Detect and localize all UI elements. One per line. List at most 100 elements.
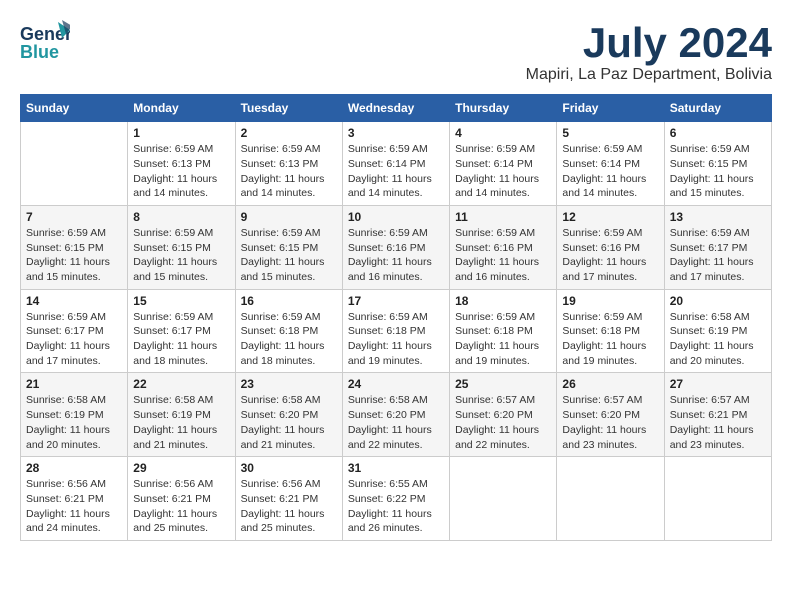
day-info: Sunrise: 6:57 AM Sunset: 6:20 PM Dayligh… <box>562 393 658 452</box>
calendar-cell: 5Sunrise: 6:59 AM Sunset: 6:14 PM Daylig… <box>557 122 664 206</box>
calendar-week-row: 14 Sunrise: 6:59 AM Sunset: 6:17 PM Dayli… <box>21 289 772 373</box>
day-info: Sunrise: 6:58 AM Sunset: 6:20 PM Dayligh… <box>348 393 444 452</box>
page-header: General Blue July 2024 Mapiri, La Paz De… <box>20 20 772 84</box>
day-number: 31 <box>348 461 444 475</box>
day-info: Sunrise: 6:57 AM Sunset: 6:21 PM Dayligh… <box>670 393 766 452</box>
calendar-week-row: 7 Sunrise: 6:59 AM Sunset: 6:15 PM Daylig… <box>21 205 772 289</box>
day-info: Sunrise: 6:56 AM Sunset: 6:21 PM Dayligh… <box>241 477 337 536</box>
day-number: 8 <box>133 210 229 224</box>
day-number: 26 <box>562 377 658 391</box>
day-number: 3 <box>348 126 444 140</box>
calendar-table: SundayMondayTuesdayWednesdayThursdayFrid… <box>20 94 772 541</box>
calendar-cell: 3 Sunrise: 6:59 AM Sunset: 6:14 PM Daylig… <box>342 122 449 206</box>
calendar-cell: 28 Sunrise: 6:56 AM Sunset: 6:21 PM Dayli… <box>21 457 128 541</box>
calendar-header-row: SundayMondayTuesdayWednesdayThursdayFrid… <box>21 95 772 122</box>
day-info: Sunrise: 6:58 AM Sunset: 6:19 PM Dayligh… <box>670 310 766 369</box>
weekday-header-thursday: Thursday <box>450 95 557 122</box>
day-number: 2 <box>241 126 337 140</box>
calendar-cell: 23 Sunrise: 6:58 AM Sunset: 6:20 PM Dayli… <box>235 373 342 457</box>
day-number: 27 <box>670 377 766 391</box>
day-number: 14 <box>26 294 122 308</box>
calendar-week-row: 28 Sunrise: 6:56 AM Sunset: 6:21 PM Dayli… <box>21 457 772 541</box>
day-info: Sunrise: 6:59 AM Sunset: 6:15 PM Dayligh… <box>670 142 766 201</box>
day-number: 10 <box>348 210 444 224</box>
calendar-cell: 26 Sunrise: 6:57 AM Sunset: 6:20 PM Dayli… <box>557 373 664 457</box>
calendar-cell: 16Sunrise: 6:59 AM Sunset: 6:18 PM Dayli… <box>235 289 342 373</box>
day-info: Sunrise: 6:59 AM Sunset: 6:15 PM Dayligh… <box>241 226 337 285</box>
calendar-cell: 25 Sunrise: 6:57 AM Sunset: 6:20 PM Dayli… <box>450 373 557 457</box>
calendar-cell: 7 Sunrise: 6:59 AM Sunset: 6:15 PM Daylig… <box>21 205 128 289</box>
day-number: 23 <box>241 377 337 391</box>
day-info: Sunrise: 6:59 AM Sunset: 6:17 PM Dayligh… <box>670 226 766 285</box>
day-info: Sunrise: 6:57 AM Sunset: 6:20 PM Dayligh… <box>455 393 551 452</box>
day-info: Sunrise: 6:59 AM Sunset: 6:13 PM Dayligh… <box>241 142 337 201</box>
day-number: 13 <box>670 210 766 224</box>
calendar-cell: 24 Sunrise: 6:58 AM Sunset: 6:20 PM Dayli… <box>342 373 449 457</box>
day-number: 24 <box>348 377 444 391</box>
day-info: Sunrise: 6:59 AM Sunset: 6:15 PM Dayligh… <box>133 226 229 285</box>
calendar-week-row: 1Sunrise: 6:59 AM Sunset: 6:13 PM Daylig… <box>21 122 772 206</box>
calendar-cell: 17 Sunrise: 6:59 AM Sunset: 6:18 PM Dayli… <box>342 289 449 373</box>
calendar-cell: 8 Sunrise: 6:59 AM Sunset: 6:15 PM Daylig… <box>128 205 235 289</box>
calendar-cell: 31Sunrise: 6:55 AM Sunset: 6:22 PM Dayli… <box>342 457 449 541</box>
day-number: 12 <box>562 210 658 224</box>
calendar-cell: 6 Sunrise: 6:59 AM Sunset: 6:15 PM Daylig… <box>664 122 771 206</box>
calendar-week-row: 21 Sunrise: 6:58 AM Sunset: 6:19 PM Dayli… <box>21 373 772 457</box>
day-info: Sunrise: 6:59 AM Sunset: 6:14 PM Dayligh… <box>455 142 551 201</box>
day-info: Sunrise: 6:59 AM Sunset: 6:15 PM Dayligh… <box>26 226 122 285</box>
calendar-cell: 2 Sunrise: 6:59 AM Sunset: 6:13 PM Daylig… <box>235 122 342 206</box>
day-number: 19 <box>562 294 658 308</box>
day-number: 25 <box>455 377 551 391</box>
calendar-cell: 15 Sunrise: 6:59 AM Sunset: 6:17 PM Dayli… <box>128 289 235 373</box>
day-number: 7 <box>26 210 122 224</box>
calendar-cell <box>557 457 664 541</box>
calendar-cell: 1Sunrise: 6:59 AM Sunset: 6:13 PM Daylig… <box>128 122 235 206</box>
day-number: 16 <box>241 294 337 308</box>
day-number: 11 <box>455 210 551 224</box>
day-info: Sunrise: 6:59 AM Sunset: 6:16 PM Dayligh… <box>562 226 658 285</box>
day-info: Sunrise: 6:59 AM Sunset: 6:16 PM Dayligh… <box>455 226 551 285</box>
weekday-header-friday: Friday <box>557 95 664 122</box>
day-number: 20 <box>670 294 766 308</box>
calendar-cell: 13 Sunrise: 6:59 AM Sunset: 6:17 PM Dayli… <box>664 205 771 289</box>
weekday-header-saturday: Saturday <box>664 95 771 122</box>
day-number: 18 <box>455 294 551 308</box>
day-info: Sunrise: 6:59 AM Sunset: 6:13 PM Dayligh… <box>133 142 229 201</box>
weekday-header-wednesday: Wednesday <box>342 95 449 122</box>
day-number: 9 <box>241 210 337 224</box>
calendar-cell: 12 Sunrise: 6:59 AM Sunset: 6:16 PM Dayli… <box>557 205 664 289</box>
day-info: Sunrise: 6:58 AM Sunset: 6:19 PM Dayligh… <box>133 393 229 452</box>
calendar-cell: 18 Sunrise: 6:59 AM Sunset: 6:18 PM Dayli… <box>450 289 557 373</box>
day-info: Sunrise: 6:59 AM Sunset: 6:18 PM Dayligh… <box>455 310 551 369</box>
calendar-cell: 10 Sunrise: 6:59 AM Sunset: 6:16 PM Dayli… <box>342 205 449 289</box>
day-info: Sunrise: 6:59 AM Sunset: 6:18 PM Dayligh… <box>348 310 444 369</box>
calendar-cell: 14Sunrise: 6:59 AM Sunset: 6:17 PM Dayli… <box>21 289 128 373</box>
day-info: Sunrise: 6:59 AM Sunset: 6:14 PM Dayligh… <box>348 142 444 201</box>
day-number: 29 <box>133 461 229 475</box>
calendar-cell: 9 Sunrise: 6:59 AM Sunset: 6:15 PM Daylig… <box>235 205 342 289</box>
day-info: Sunrise: 6:59 AM Sunset: 6:18 PM Dayligh… <box>562 310 658 369</box>
title-area: July 2024 Mapiri, La Paz Department, Bol… <box>526 20 772 84</box>
calendar-cell: 19 Sunrise: 6:59 AM Sunset: 6:18 PM Dayli… <box>557 289 664 373</box>
calendar-cell <box>450 457 557 541</box>
day-number: 22 <box>133 377 229 391</box>
day-info: Sunrise: 6:58 AM Sunset: 6:20 PM Dayligh… <box>241 393 337 452</box>
logo: General Blue <box>20 20 70 65</box>
location-title: Mapiri, La Paz Department, Bolivia <box>526 66 772 84</box>
day-info: Sunrise: 6:59 AM Sunset: 6:16 PM Dayligh… <box>348 226 444 285</box>
calendar-cell: 29Sunrise: 6:56 AM Sunset: 6:21 PM Dayli… <box>128 457 235 541</box>
day-info: Sunrise: 6:59 AM Sunset: 6:14 PM Dayligh… <box>562 142 658 201</box>
day-number: 30 <box>241 461 337 475</box>
day-number: 6 <box>670 126 766 140</box>
svg-text:Blue: Blue <box>20 42 59 62</box>
calendar-cell: 20 Sunrise: 6:58 AM Sunset: 6:19 PM Dayli… <box>664 289 771 373</box>
calendar-cell: 21Sunrise: 6:58 AM Sunset: 6:19 PM Dayli… <box>21 373 128 457</box>
day-info: Sunrise: 6:56 AM Sunset: 6:21 PM Dayligh… <box>26 477 122 536</box>
calendar-cell <box>664 457 771 541</box>
calendar-cell: 11 Sunrise: 6:59 AM Sunset: 6:16 PM Dayli… <box>450 205 557 289</box>
day-number: 21 <box>26 377 122 391</box>
day-info: Sunrise: 6:59 AM Sunset: 6:17 PM Dayligh… <box>133 310 229 369</box>
day-number: 17 <box>348 294 444 308</box>
day-number: 28 <box>26 461 122 475</box>
day-number: 15 <box>133 294 229 308</box>
